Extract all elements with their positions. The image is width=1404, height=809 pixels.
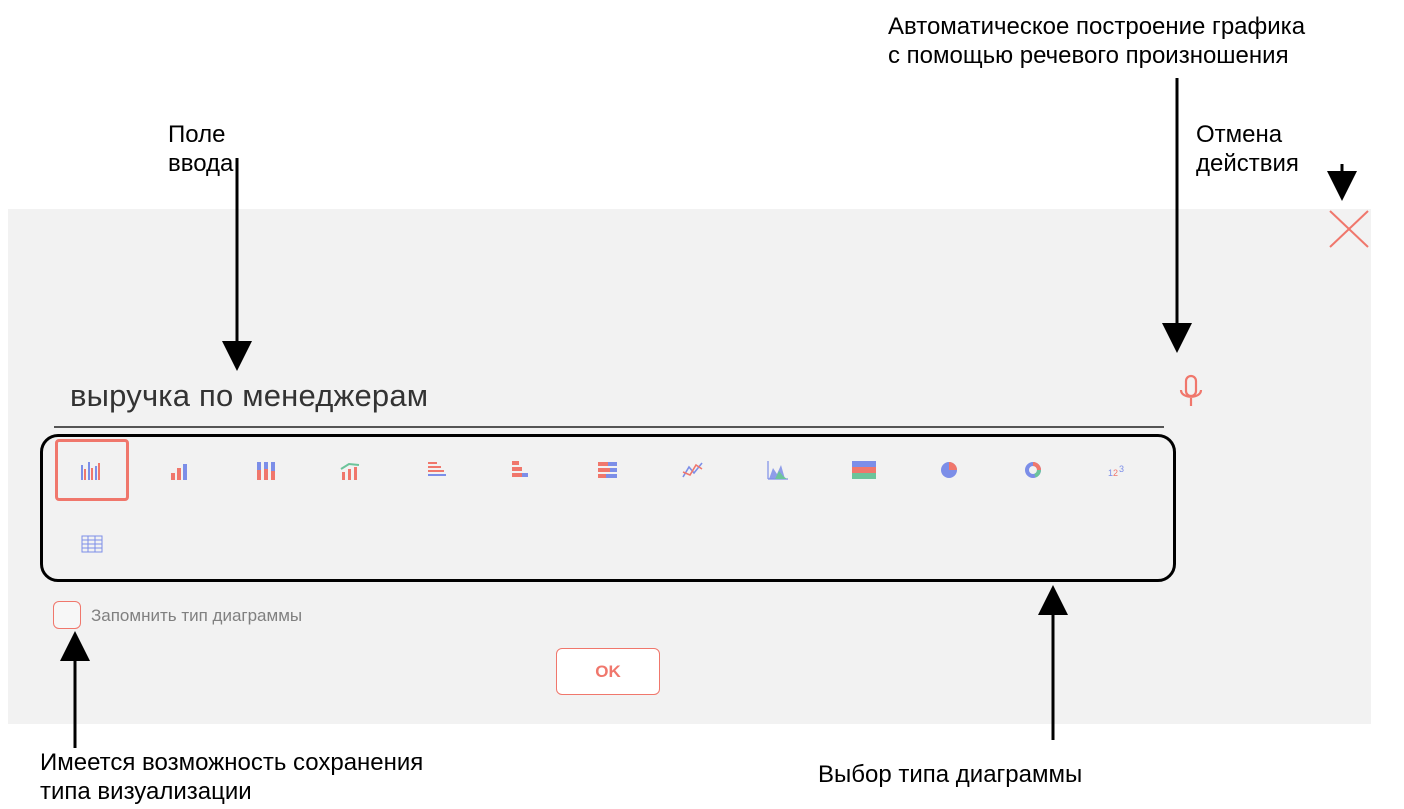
annotation-arrows: [60, 78, 1357, 748]
